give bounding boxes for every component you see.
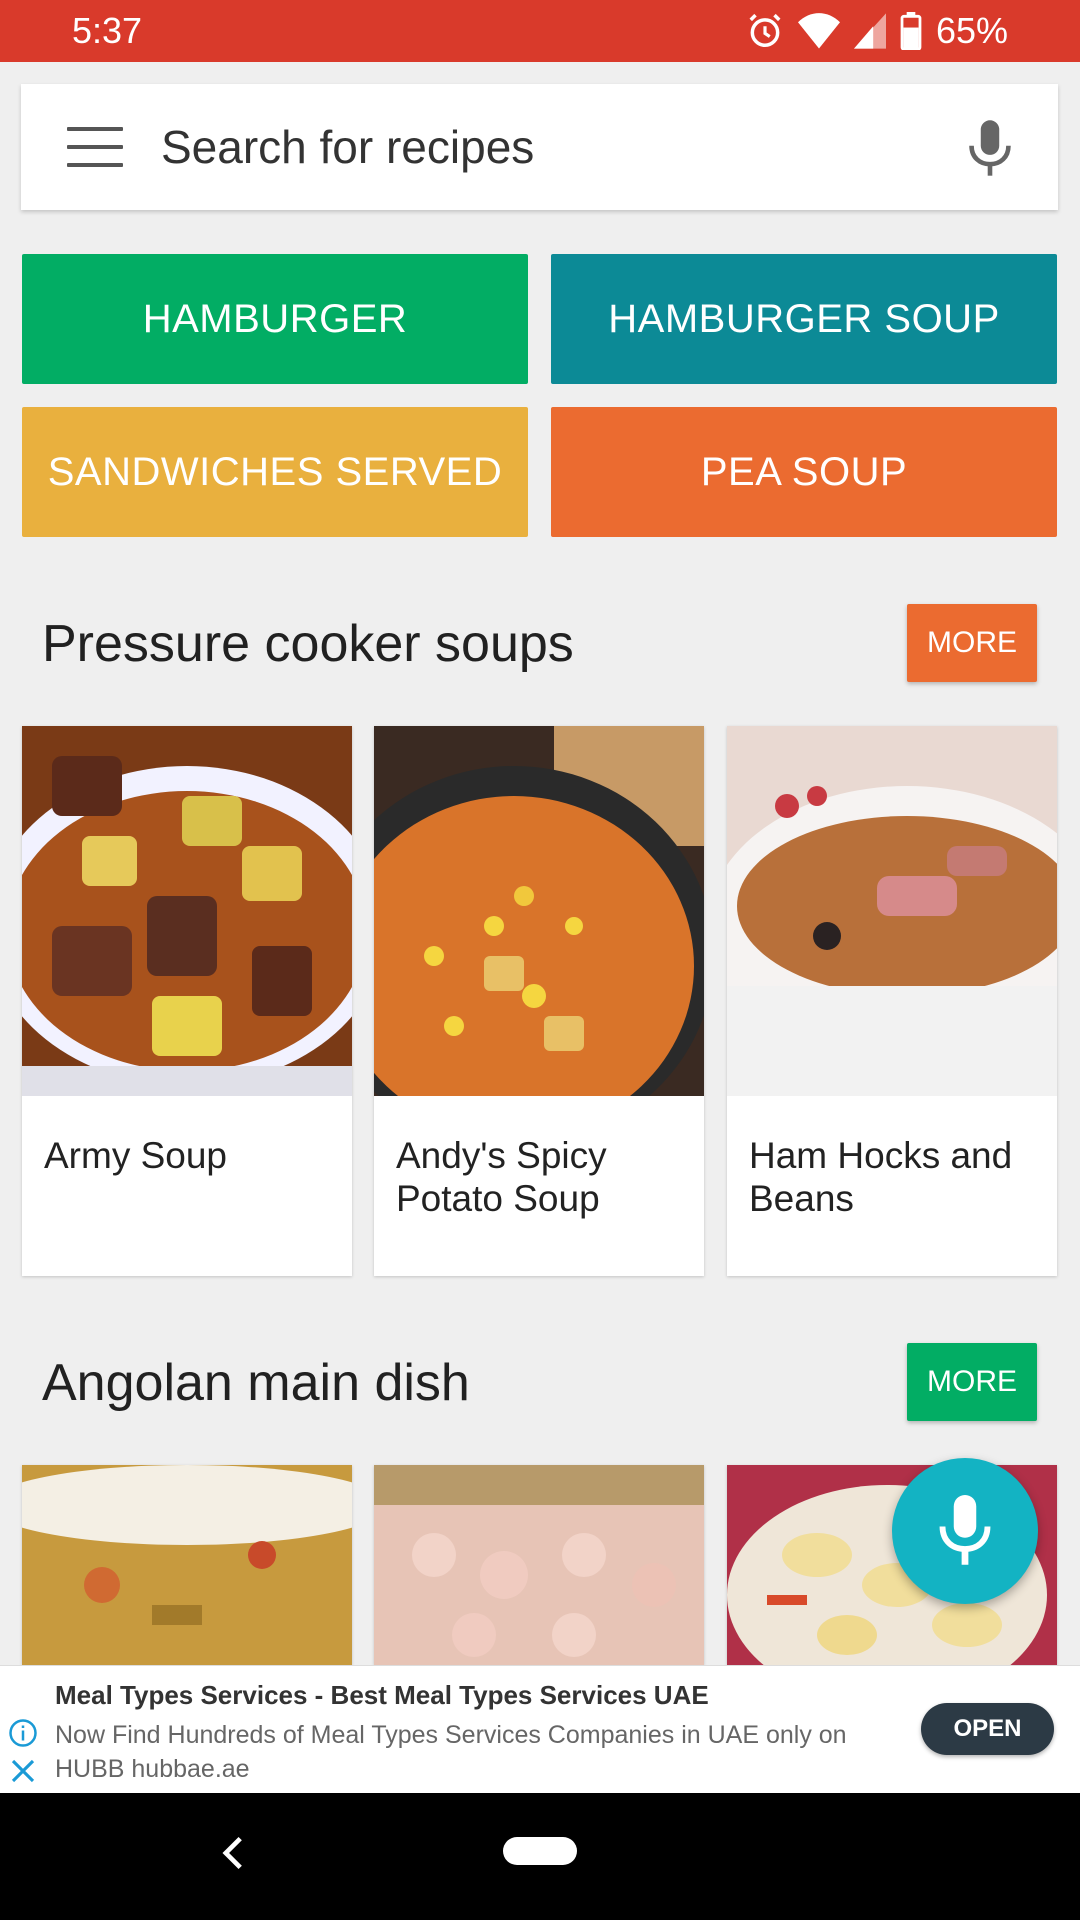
mic-icon [939,1495,991,1565]
menu-icon[interactable] [67,127,123,167]
recipe-title: Andy's Spicy Potato Soup [396,1135,607,1219]
recipe-card[interactable] [22,1465,352,1665]
signal-icon [853,13,886,49]
voice-search-button[interactable] [892,1458,1038,1604]
recipe-image [22,726,352,1096]
search-input[interactable] [161,120,921,174]
ad-open-button[interactable]: OPEN [921,1703,1054,1755]
wifi-icon [797,13,840,49]
status-time: 5:37 [72,10,143,51]
recipe-title: Army Soup [44,1135,228,1176]
ad-banner[interactable]: Meal Types Services - Best Meal Types Se… [0,1665,1080,1793]
tag-button-hamburger-soup[interactable]: HAMBURGER SOUP [551,254,1057,384]
recipe-title: Ham Hocks and Beans [749,1135,1013,1219]
home-icon[interactable] [503,1837,577,1865]
tag-button-sandwiches-served[interactable]: SANDWICHES SERVED [22,407,528,537]
more-button[interactable]: MORE [907,1343,1037,1421]
alarm-icon [749,13,781,47]
navigation-bar [0,1793,1080,1920]
battery-icon [900,12,922,50]
recipe-image [727,726,1057,1096]
ad-body: Now Find Hundreds of Meal Types Services… [55,1721,847,1783]
recipe-card[interactable]: Army Soup [22,726,352,1276]
section-title: Pressure cooker soups [42,615,574,673]
more-button[interactable]: MORE [907,604,1037,682]
search-bar [21,84,1058,210]
tag-button-hamburger[interactable]: HAMBURGER [22,254,528,384]
close-icon[interactable] [8,1756,38,1786]
tag-button-pea-soup[interactable]: PEA SOUP [551,407,1057,537]
recipe-image [22,1465,352,1665]
mic-icon[interactable] [962,118,1018,178]
recipe-image [374,726,704,1146]
status-icons: 65% [746,8,1008,54]
recipe-image [374,1465,704,1665]
recipe-card[interactable] [374,1465,704,1665]
back-icon[interactable] [218,1835,248,1871]
recipe-card[interactable]: Ham Hocks and Beans [727,726,1057,1276]
ad-title: Meal Types Services - Best Meal Types Se… [55,1680,709,1710]
status-bar: 5:37 65% [0,0,1080,62]
section-title: Angolan main dish [42,1354,470,1412]
recipe-card[interactable]: Andy's Spicy Potato Soup [374,726,704,1276]
info-icon[interactable] [8,1718,38,1748]
battery-percent: 65% [935,10,1008,51]
